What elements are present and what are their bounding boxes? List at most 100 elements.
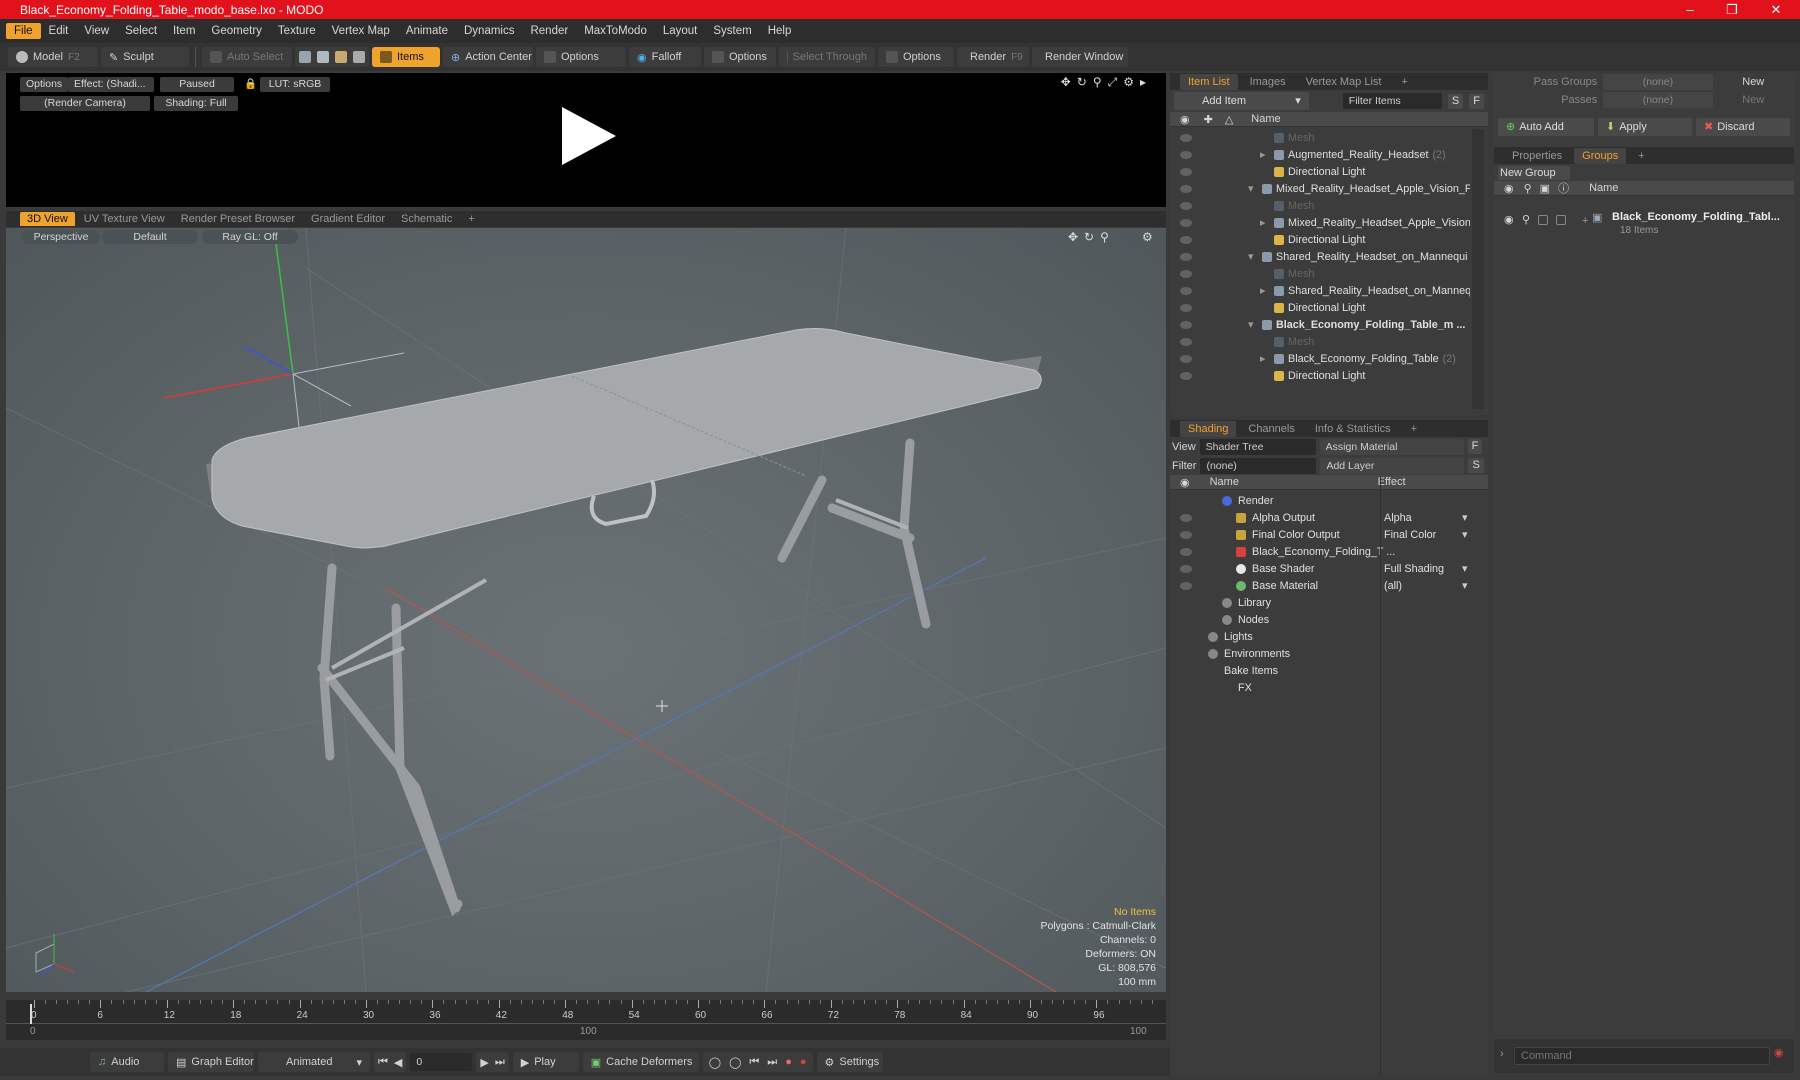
render-window-button[interactable]: Render Window: [1032, 47, 1128, 67]
s-toggle[interactable]: S: [1468, 458, 1484, 473]
shader-row[interactable]: Environments: [1170, 645, 1470, 662]
item-list-row[interactable]: Mesh: [1170, 129, 1470, 146]
command-input[interactable]: [1514, 1047, 1770, 1065]
shader-row[interactable]: Black_Economy_Folding_T ...: [1170, 543, 1470, 560]
step-back-icon[interactable]: ◀: [394, 1056, 402, 1069]
graph-editor-button[interactable]: ▤ Graph Editor: [168, 1052, 254, 1072]
timeline-ruler[interactable]: 0 6 12 18 24 30 36 42 48 54 60 66 72 78 84 90 96: [6, 1000, 1166, 1024]
menu-item[interactable]: Item: [165, 23, 203, 39]
tab-3d-view[interactable]: 3D View: [20, 212, 75, 226]
eye-icon[interactable]: [1180, 564, 1192, 573]
falloff-options-button[interactable]: Options: [704, 47, 776, 67]
menu-geometry[interactable]: Geometry: [203, 23, 270, 39]
select-through-options-button[interactable]: Options: [878, 47, 954, 67]
minimize-icon[interactable]: –: [1670, 0, 1710, 19]
lut-dropdown[interactable]: LUT: sRGB: [260, 77, 330, 92]
item-list-row[interactable]: ▾ Shared_Reality_Headset_on_Mannequi ...: [1170, 248, 1470, 265]
eye-icon[interactable]: [1180, 530, 1192, 539]
tab-shading[interactable]: Shading: [1180, 420, 1237, 437]
action-center-button[interactable]: ⊕ Action Center: [443, 47, 533, 67]
name-column-header[interactable]: Name: [1251, 113, 1280, 125]
tab-render-preset-browser[interactable]: Render Preset Browser: [174, 212, 302, 226]
menu-render[interactable]: Render: [522, 23, 576, 39]
effect-value[interactable]: (all): [1384, 580, 1402, 592]
shader-row[interactable]: Bake Items: [1170, 662, 1470, 679]
timeline[interactable]: 0 6 12 18 24 30 36 42 48 54 60 66 72 78 84 90 96 0 100 1…: [6, 1000, 1166, 1040]
chevron-down-icon[interactable]: ▾: [1462, 579, 1467, 592]
eye-icon[interactable]: [1180, 201, 1192, 210]
shader-row[interactable]: Base Material (all) ▾: [1170, 577, 1470, 594]
expand-icon[interactable]: +: [1582, 215, 1588, 227]
render-camera-dropdown[interactable]: (Render Camera): [20, 96, 150, 111]
step-forward-icon[interactable]: ▶: [480, 1056, 488, 1069]
eye-icon[interactable]: [1180, 269, 1192, 278]
menu-select[interactable]: Select: [117, 23, 165, 39]
model-mode-button[interactable]: Model F2: [8, 47, 98, 67]
skip-end-icon[interactable]: ⏭: [495, 1056, 505, 1069]
tab-info-statistics[interactable]: Info & Statistics: [1307, 421, 1399, 437]
polygons-icon[interactable]: [335, 51, 347, 63]
item-list-row[interactable]: Directional Light: [1170, 299, 1470, 316]
shader-row[interactable]: Base Shader Full Shading ▾: [1170, 560, 1470, 577]
shader-row[interactable]: FX: [1170, 679, 1470, 696]
item-list-row[interactable]: ▸ Augmented_Reality_Headset (2): [1170, 146, 1470, 163]
select-through-button[interactable]: Select Through: [779, 47, 875, 67]
new-group-button[interactable]: New Group: [1498, 165, 1570, 180]
eye-icon[interactable]: [1180, 320, 1192, 329]
tab-channels[interactable]: Channels: [1240, 421, 1302, 437]
filter-s-toggle[interactable]: S: [1447, 93, 1464, 109]
shader-row[interactable]: Library: [1170, 594, 1470, 611]
eye-icon[interactable]: [1180, 252, 1192, 261]
menu-vertex-map[interactable]: Vertex Map: [324, 23, 398, 39]
shader-row[interactable]: Final Color Output Final Color ▾: [1170, 526, 1470, 543]
expand-down-icon[interactable]: ▾: [1248, 182, 1253, 195]
restore-icon[interactable]: ❐: [1712, 0, 1752, 19]
item-list-row[interactable]: ▸ Shared_Reality_Headset_on_Manneq...: [1170, 282, 1470, 299]
add-tab-icon[interactable]: +: [461, 212, 481, 226]
eye-icon[interactable]: [1180, 133, 1192, 142]
new-pass-group-button[interactable]: New: [1719, 76, 1788, 88]
items-mode-button[interactable]: Items: [372, 47, 440, 67]
eye-icon[interactable]: [1180, 184, 1192, 193]
expand-down-icon[interactable]: ▾: [1248, 250, 1253, 263]
tab-properties[interactable]: Properties: [1504, 148, 1570, 164]
assign-material-button[interactable]: Assign Material: [1319, 438, 1464, 455]
group-row[interactable]: ◉ ⚲ + ▣ Black_Economy_Folding_Tabl... 18…: [1494, 209, 1782, 241]
menu-dynamics[interactable]: Dynamics: [456, 23, 522, 39]
item-list-row[interactable]: Directional Light: [1170, 163, 1470, 180]
key-all-icon[interactable]: ◯: [729, 1056, 741, 1069]
item-list-row[interactable]: Mesh: [1170, 333, 1470, 350]
tab-groups[interactable]: Groups: [1574, 147, 1627, 164]
eye-icon[interactable]: ◉: [1504, 213, 1514, 226]
item-list-row[interactable]: ▾ Mixed_Reality_Headset_Apple_Vision_P ..…: [1170, 180, 1470, 197]
render-preview[interactable]: Options Effect: (Shadi... Paused 🔒 LUT: …: [6, 73, 1166, 207]
eye-icon[interactable]: [1180, 547, 1192, 556]
menu-edit[interactable]: Edit: [41, 23, 77, 39]
prev-key-icon[interactable]: ⏮: [749, 1056, 759, 1069]
new-pass-button[interactable]: New: [1719, 94, 1788, 106]
materials-icon[interactable]: [353, 51, 365, 63]
tab-images[interactable]: Images: [1242, 74, 1294, 90]
shading-dropdown[interactable]: Shading: Full: [154, 96, 238, 111]
item-list-row[interactable]: ▸ Black_Economy_Folding_Table (2): [1170, 350, 1470, 367]
preview-options-button[interactable]: Options: [20, 77, 69, 92]
passes-dropdown[interactable]: (none): [1603, 92, 1713, 108]
preview-view-controls-icon[interactable]: ✥↻⚲⤢⚙▸: [1061, 75, 1152, 90]
expand-right-icon[interactable]: ▸: [1260, 216, 1265, 229]
menu-texture[interactable]: Texture: [270, 23, 324, 39]
eye-icon[interactable]: [1180, 218, 1192, 227]
f-toggle[interactable]: F: [1467, 439, 1483, 454]
play-icon[interactable]: [554, 103, 620, 169]
edges-icon[interactable]: [317, 51, 329, 63]
sculpt-mode-button[interactable]: ✎ Sculpt: [101, 47, 189, 67]
filter-f-toggle[interactable]: F: [1469, 93, 1484, 109]
record-icon[interactable]: ●: [800, 1056, 807, 1068]
eye-icon[interactable]: [1180, 581, 1192, 590]
item-list-scrollbar[interactable]: [1472, 129, 1484, 409]
render-button[interactable]: Render F9: [957, 47, 1029, 67]
lock-checkbox[interactable]: [1538, 215, 1548, 225]
frame-input[interactable]: 0: [410, 1053, 473, 1071]
tab-vertex-map-list[interactable]: Vertex Map List: [1298, 74, 1390, 90]
tab-uv-texture-view[interactable]: UV Texture View: [77, 212, 172, 226]
auto-add-button[interactable]: ⊕ Auto Add: [1498, 118, 1594, 136]
